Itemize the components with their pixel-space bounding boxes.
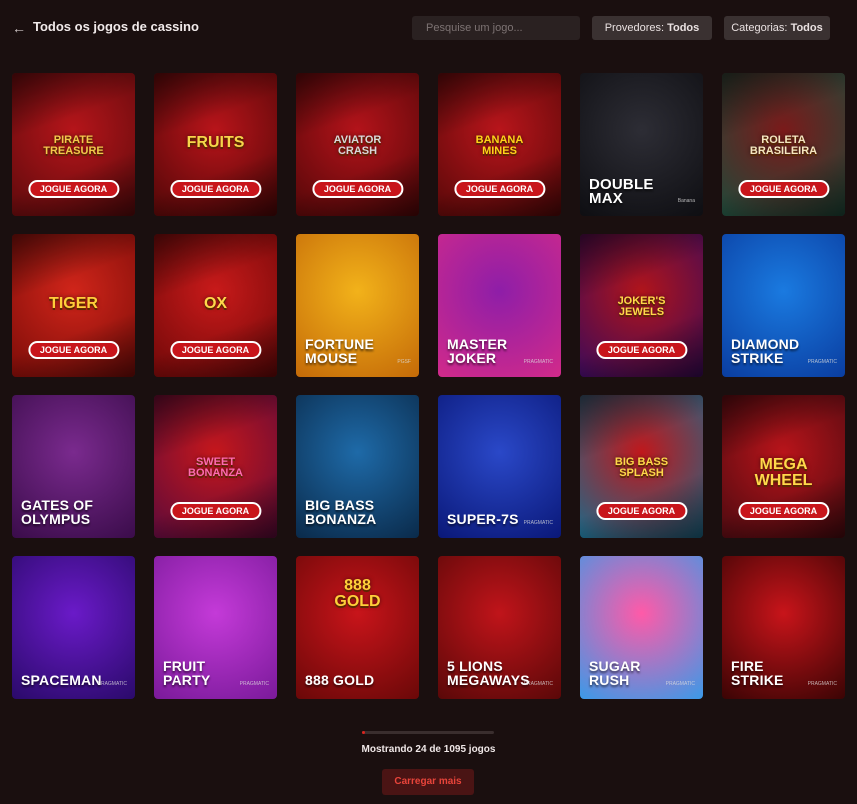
- provider-badge: PRAGMATIC: [523, 359, 553, 365]
- game-tile-fruits[interactable]: FRUITS JOGUE AGORA: [154, 73, 277, 216]
- top-bar: ← Todos os jogos de cassino Provedores: …: [0, 0, 857, 56]
- game-tile-double-max[interactable]: DOUBLE MAX Banana: [580, 73, 703, 216]
- game-tile-spaceman[interactable]: SPACEMAN PRAGMATIC: [12, 556, 135, 699]
- showing-count: Mostrando 24 de 1095 jogos: [361, 744, 496, 755]
- play-now-button[interactable]: JOGUE AGORA: [27, 341, 120, 359]
- game-title: SUGAR RUSH: [589, 658, 641, 688]
- play-now-button[interactable]: JOGUE AGORA: [737, 502, 830, 520]
- game-title: SUPER-7S: [447, 511, 519, 527]
- categories-filter-label: Categorias:: [731, 22, 788, 34]
- game-tile-roleta-brasileira[interactable]: ROLETA BRASILEIRA JOGUE AGORA: [722, 73, 845, 216]
- game-tile-fortune-ox[interactable]: OX JOGUE AGORA: [154, 234, 277, 377]
- game-logo-text: 888 GOLD: [334, 577, 381, 610]
- play-now-button[interactable]: JOGUE AGORA: [737, 180, 830, 198]
- play-now-button[interactable]: JOGUE AGORA: [453, 180, 546, 198]
- game-logo-text: TIGER: [49, 295, 98, 312]
- play-now-button[interactable]: JOGUE AGORA: [169, 502, 262, 520]
- play-now-button[interactable]: JOGUE AGORA: [27, 180, 120, 198]
- game-logo-text: FRUITS: [186, 134, 245, 151]
- game-tile-sweet-bonanza[interactable]: SWEET BONANZA JOGUE AGORA: [154, 395, 277, 538]
- load-more-button[interactable]: Carregar mais: [382, 769, 474, 795]
- provider-badge: Banana: [677, 198, 695, 204]
- game-logo-text: SWEET BONANZA: [188, 456, 243, 479]
- search-input[interactable]: [412, 16, 580, 40]
- game-title: DOUBLE MAX: [589, 176, 654, 207]
- game-title: FIRE STRIKE: [731, 658, 784, 688]
- game-tile-pirate-treasure[interactable]: PIRATE TREASURE JOGUE AGORA: [12, 73, 135, 216]
- play-now-button[interactable]: JOGUE AGORA: [311, 180, 404, 198]
- play-now-button[interactable]: JOGUE AGORA: [169, 180, 262, 198]
- game-logo-text: OX: [203, 295, 228, 312]
- game-tile-banana-mines[interactable]: BANANA MINES JOGUE AGORA: [438, 73, 561, 216]
- game-tile-5-lions-megaways[interactable]: 5 LIONS MEGAWAYS PRAGMATIC: [438, 556, 561, 699]
- game-tile-mega-wheel[interactable]: Mega Wheel JOGUE AGORA: [722, 395, 845, 538]
- game-logo-text: Mega Wheel: [754, 456, 813, 489]
- arrow-left-icon[interactable]: ←: [12, 20, 26, 36]
- game-logo-text: BIG BASS SPLASH: [614, 456, 669, 479]
- provider-badge: PRAGMATIC: [807, 359, 837, 365]
- play-now-button[interactable]: JOGUE AGORA: [169, 341, 262, 359]
- provider-badge: PRAGMATIC: [97, 681, 127, 687]
- page-title: Todos os jogos de cassino: [33, 19, 199, 34]
- game-title: FRUIT PARTY: [163, 658, 211, 688]
- game-tile-fortune-tiger[interactable]: TIGER JOGUE AGORA: [12, 234, 135, 377]
- game-title: FORTUNE MOUSE: [305, 336, 375, 366]
- game-tile-fire-strike[interactable]: FIRE STRIKE PRAGMATIC: [722, 556, 845, 699]
- game-title: BIG BASS BONANZA: [305, 497, 377, 527]
- play-now-button[interactable]: JOGUE AGORA: [595, 502, 688, 520]
- game-title: MASTER JOKER: [447, 336, 508, 366]
- game-tile-diamond-strike[interactable]: DIAMOND STRIKE PRAGMATIC: [722, 234, 845, 377]
- game-title: SPACEMAN: [21, 672, 102, 688]
- game-tile-gates-of-olympus[interactable]: GATES OF OLYMPUS: [12, 395, 135, 538]
- game-tile-master-joker[interactable]: MASTER JOKER PRAGMATIC: [438, 234, 561, 377]
- game-title: 5 LIONS MEGAWAYS: [447, 658, 530, 688]
- game-logo-text: AVIATOR CRASH: [333, 134, 382, 157]
- provider-badge: PRAGMATIC: [523, 520, 553, 526]
- game-title: DIAMOND STRIKE: [731, 336, 800, 366]
- game-tile-super-7s[interactable]: SUPER-7S PRAGMATIC: [438, 395, 561, 538]
- game-tile-888-gold[interactable]: 888 GOLD 888 GOLD: [296, 556, 419, 699]
- provider-badge: PGSF: [397, 359, 411, 365]
- game-logo-text: PIRATE TREASURE: [43, 134, 104, 157]
- game-tile-sugar-rush[interactable]: SUGAR RUSH PRAGMATIC: [580, 556, 703, 699]
- game-tile-aviator-crash[interactable]: AVIATOR CRASH JOGUE AGORA: [296, 73, 419, 216]
- game-logo-text: BANANA MINES: [475, 134, 524, 157]
- game-logo-text: Joker's Jewels: [617, 295, 666, 318]
- provider-badge: PRAGMATIC: [665, 681, 695, 687]
- progress-bar: [362, 731, 494, 734]
- game-tile-jokers-jewels[interactable]: Joker's Jewels JOGUE AGORA: [580, 234, 703, 377]
- providers-filter-label: Provedores:: [604, 22, 665, 34]
- game-tile-big-bass-bonanza[interactable]: BIG BASS BONANZA: [296, 395, 419, 538]
- categories-filter-button[interactable]: Categorias: Todos: [724, 16, 830, 40]
- game-tile-fortune-mouse[interactable]: FORTUNE MOUSE PGSF: [296, 234, 419, 377]
- game-tile-fruit-party[interactable]: FRUIT PARTY PRAGMATIC: [154, 556, 277, 699]
- play-now-button[interactable]: JOGUE AGORA: [595, 341, 688, 359]
- game-title: GATES OF OLYMPUS: [21, 497, 94, 527]
- provider-badge: PRAGMATIC: [807, 681, 837, 687]
- provider-badge: PRAGMATIC: [239, 681, 269, 687]
- providers-filter-button[interactable]: Provedores: Todos: [592, 16, 712, 40]
- progress-fill: [362, 731, 365, 734]
- provider-badge: PRAGMATIC: [523, 681, 553, 687]
- game-logo-text: ROLETA BRASILEIRA: [749, 134, 818, 157]
- providers-filter-value: Todos: [667, 22, 700, 34]
- game-title: 888 GOLD: [305, 672, 375, 688]
- game-tile-big-bass-splash[interactable]: BIG BASS SPLASH JOGUE AGORA: [580, 395, 703, 538]
- categories-filter-value: Todos: [790, 22, 823, 34]
- games-grid: PIRATE TREASURE JOGUE AGORA FRUITS JOGUE AG…: [12, 73, 845, 699]
